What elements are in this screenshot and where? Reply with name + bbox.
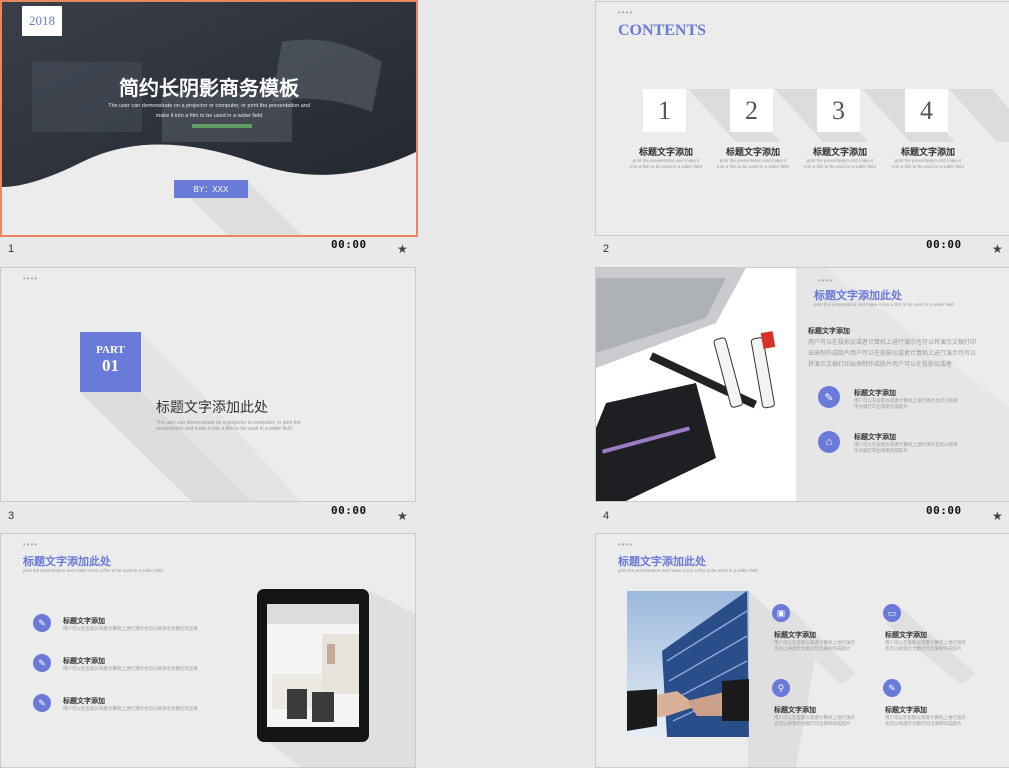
part-label: PART bbox=[96, 344, 125, 356]
main-text: 用户可以在投影仪或者计算机上进行演示也可以将演示文稿打印 出来制作成胶片用户可以在… bbox=[808, 340, 977, 368]
slide-thumbnail-3[interactable]: •••• PART 01 标题文字添加此处 The user can demon… bbox=[0, 267, 416, 502]
pen-icon: ✎ bbox=[883, 679, 901, 697]
star-icon[interactable]: ★ bbox=[992, 509, 1003, 523]
slide-thumbnail-2[interactable]: •••• CONTENTS 1 2 3 4 标题文字添加 标题文字添加 标题文字… bbox=[595, 1, 1009, 236]
number-box: 2 bbox=[730, 89, 773, 132]
number-box: 1 bbox=[643, 89, 686, 132]
section-desc: The user can demonstrate on a projector … bbox=[156, 420, 301, 432]
pen-icon: ✎ bbox=[33, 694, 51, 712]
main-label: 标题文字添加 bbox=[808, 328, 850, 335]
slide-number-2: 2 bbox=[603, 243, 610, 255]
item-label-1: 标题文字添加 bbox=[63, 618, 105, 625]
item-text-2: 用户可以在投影仪或者计算机上进行演示 也可以将演示文稿打印出来制作成胶片 bbox=[885, 640, 966, 651]
item-text-1: 用户可以在投影仪或者计算机上进行演示也可以将演示文稿打印出来 bbox=[63, 626, 198, 631]
item-label-3: 标题文字添加 bbox=[63, 698, 105, 705]
item-label-2: 标题文字添加 bbox=[63, 658, 105, 665]
item-label-4: 标题文字添加 bbox=[885, 707, 927, 714]
contents-item-2: 2 bbox=[730, 89, 775, 132]
slide-timing-4: 00:00 bbox=[926, 504, 962, 517]
slide-number-4: 4 bbox=[603, 510, 610, 522]
star-icon[interactable]: ★ bbox=[397, 509, 408, 523]
section-title: 标题文字添加此处 bbox=[156, 399, 268, 415]
pen-icon: ✎ bbox=[33, 614, 51, 632]
item-label-1: 标题文字添加 bbox=[774, 632, 816, 639]
slide-subtitle-line-2: make it into a film to be used in a wide… bbox=[155, 113, 263, 119]
sub-label-1: 标题文字添加 bbox=[854, 390, 896, 397]
year-badge-text: 2018 bbox=[29, 13, 55, 28]
item-label-3: 标题文字添加 bbox=[774, 707, 816, 714]
sub-label-2: 标题文字添加 bbox=[854, 434, 896, 441]
item-text-4: 用户可以在投影仪或者计算机上进行演示 也可以将演示文稿打印出来制作成胶片 bbox=[885, 715, 966, 726]
slide-subtitle-line-1: The user can demonstrate on a projector … bbox=[108, 103, 310, 109]
sub-text-1: 用户可以在投影仪或者计算机上进行演示也可以将演 示文稿打印出来制作成胶片 bbox=[854, 398, 958, 409]
star-icon[interactable]: ★ bbox=[992, 242, 1003, 256]
item-text-3: 用户可以在投影仪或者计算机上进行演示 也可以将演示文稿打印出来制作成胶片 bbox=[774, 715, 855, 726]
pen-icon: ✎ bbox=[818, 386, 840, 408]
contents-label-4: 标题文字添加 bbox=[900, 147, 955, 157]
slide-thumbnail-5[interactable]: •••• 标题文字添加此处 print the presentation and… bbox=[0, 533, 416, 768]
monitor-icon: ▭ bbox=[883, 604, 901, 622]
contents-item-3: 3 bbox=[817, 89, 862, 132]
slide-thumbnail-6[interactable]: •••• 标题文字添加此处 print the presentation and… bbox=[595, 533, 1009, 768]
contents-item-4: 4 bbox=[905, 89, 950, 132]
item-text-1: 用户可以在投影仪或者计算机上进行演示 也可以将演示文稿打印出来制作成胶片 bbox=[774, 640, 855, 651]
slide-number-1: 1 bbox=[8, 243, 15, 255]
dots-decoration: •••• bbox=[818, 276, 834, 285]
item-text-2: 用户可以在投影仪或者计算机上进行演示也可以将演示文稿打印出来 bbox=[63, 666, 198, 671]
handshake-photo bbox=[627, 591, 749, 737]
slide-title: 标题文字添加此处 bbox=[814, 290, 902, 302]
slide-thumbnail-4[interactable]: •••• 标题文字添加此处 print the presentation and… bbox=[595, 267, 1009, 502]
slide-timing-1: 00:00 bbox=[331, 238, 367, 251]
home-icon: ⌂ bbox=[818, 431, 840, 453]
slide-thumbnail-1[interactable]: 2018 简约长阴影商务模板 The user can demonstrate … bbox=[0, 0, 418, 237]
contents-desc-4: print the presentation and make it into a… bbox=[892, 158, 964, 169]
shadow-decoration bbox=[80, 332, 301, 501]
contents-desc-2: print the presentation and make it into a… bbox=[717, 158, 789, 169]
slide-timing-3: 00:00 bbox=[331, 504, 367, 517]
part-number: 01 bbox=[102, 356, 119, 375]
item-label-2: 标题文字添加 bbox=[885, 632, 927, 639]
number-box: 4 bbox=[905, 89, 948, 132]
number-box: 3 bbox=[817, 89, 860, 132]
sub-text-2: 用户可以在投影仪或者计算机上进行演示也可以将演 示文稿打印出来制作成胶片 bbox=[854, 442, 958, 453]
slide-subtitle: print the presentation and make it into … bbox=[814, 302, 954, 307]
year-badge: 2018 bbox=[22, 6, 62, 36]
star-icon[interactable]: ★ bbox=[397, 242, 408, 256]
author-button: BY：XXX bbox=[174, 180, 248, 198]
contents-label-1: 标题文字添加 bbox=[638, 147, 693, 157]
item-text-3: 用户可以在投影仪或者计算机上进行演示也可以将演示文稿打印出来 bbox=[63, 706, 198, 711]
link-icon: ⚲ bbox=[772, 679, 790, 697]
pen-icon: ✎ bbox=[33, 654, 51, 672]
tablet-frame bbox=[257, 589, 369, 742]
contents-desc-1: print the presentation and make it into a… bbox=[630, 158, 702, 169]
contents-label-2: 标题文字添加 bbox=[725, 147, 780, 157]
contents-label-3: 标题文字添加 bbox=[812, 147, 867, 157]
contents-item-1: 1 bbox=[643, 89, 688, 132]
slide-title: 简约长阴影商务模板 bbox=[119, 78, 299, 100]
office-photo bbox=[267, 604, 359, 727]
slide-number-3: 3 bbox=[8, 510, 15, 522]
part-box: PART 01 bbox=[80, 332, 141, 392]
save-icon: ▣ bbox=[772, 604, 790, 622]
contents-desc-3: print the presentation and make it into a… bbox=[804, 158, 876, 169]
slide-timing-2: 00:00 bbox=[926, 238, 962, 251]
